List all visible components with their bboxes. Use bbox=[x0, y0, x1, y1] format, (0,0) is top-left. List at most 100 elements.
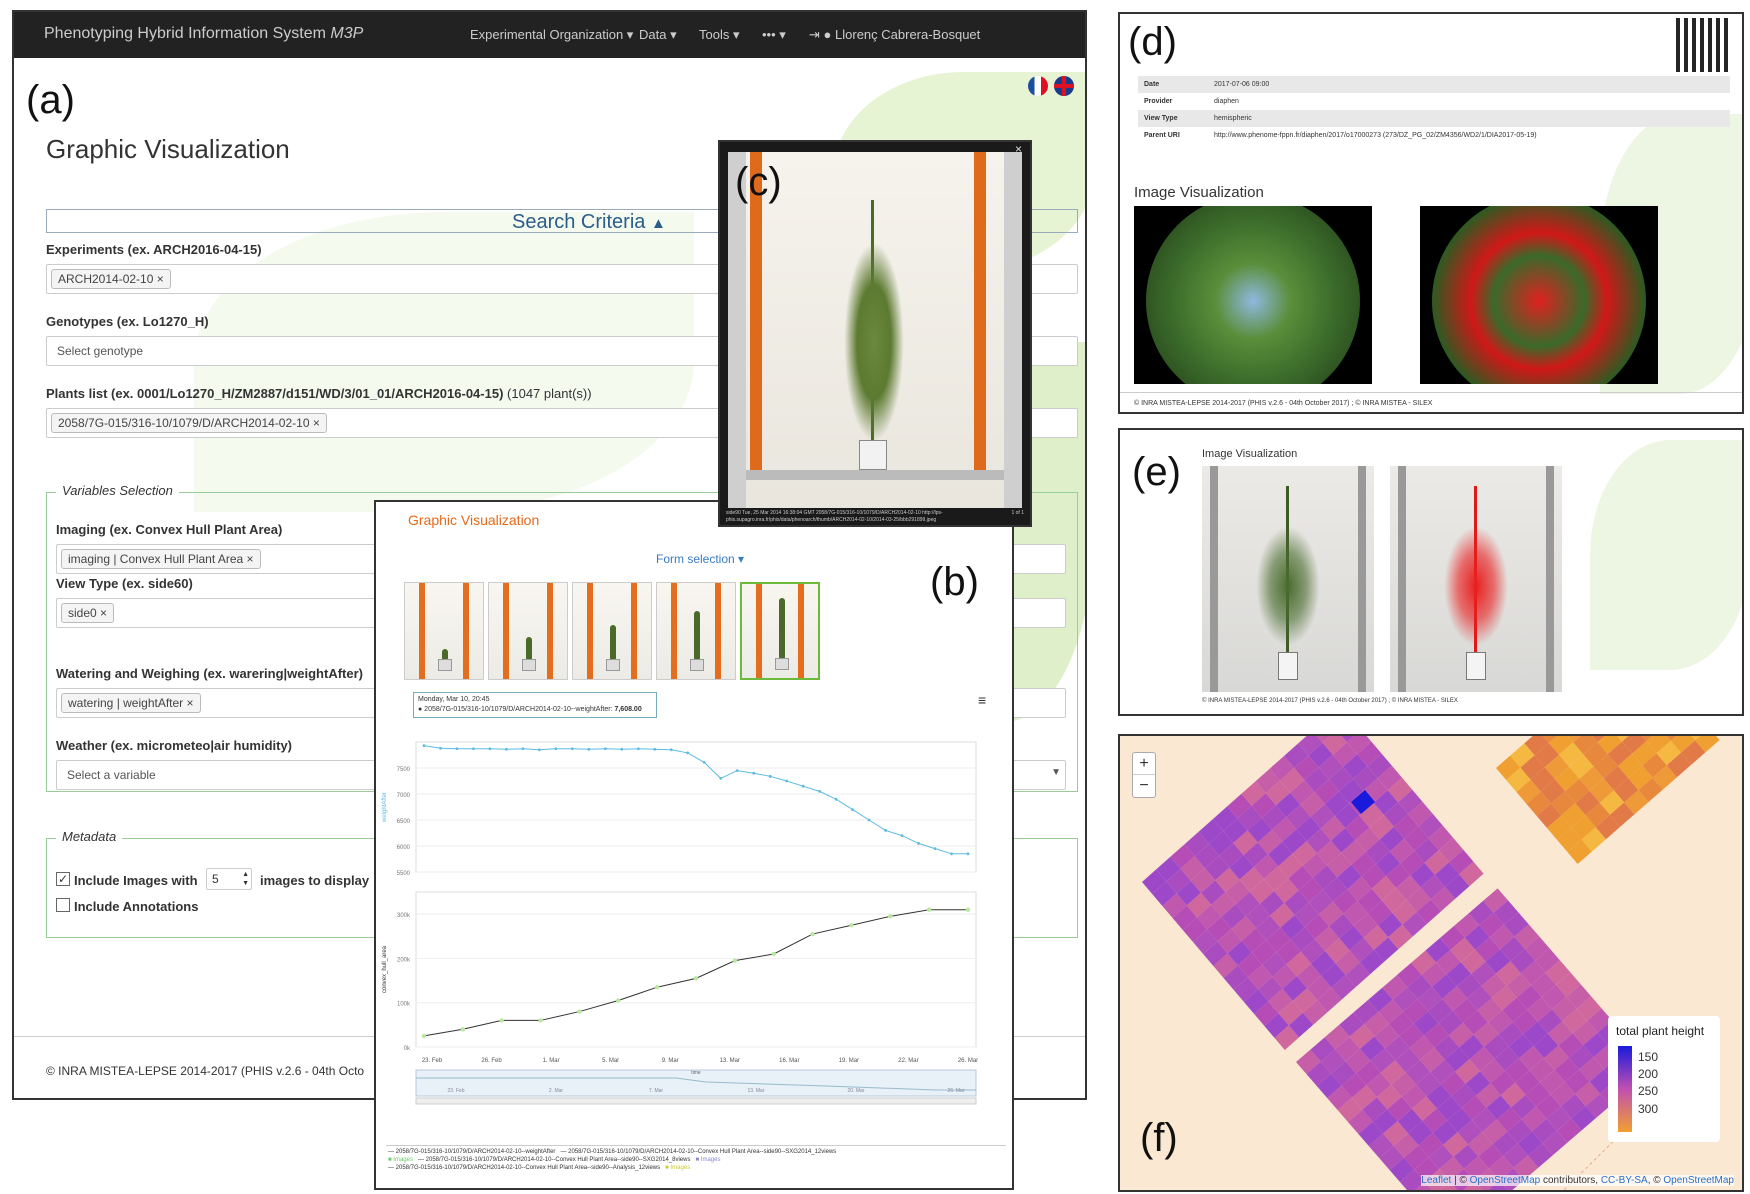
plant-thumbnail-selected[interactable] bbox=[740, 582, 820, 680]
image-visualization-title: Image Visualization bbox=[1202, 448, 1298, 460]
stepper-arrows-icon[interactable]: ▲ ▼ bbox=[242, 870, 249, 888]
chart-tooltip: Monday, Mar 10, 20:45 ● 2058/7G-015/316-… bbox=[413, 692, 657, 718]
chevron-up-icon: ▲ bbox=[650, 215, 666, 232]
chart-menu-icon[interactable]: ≡ bbox=[978, 692, 986, 708]
zoom-control: + − bbox=[1132, 752, 1156, 798]
user-menu[interactable]: ⇥ ● Llorenç Cabrera-Bosquet bbox=[809, 27, 980, 43]
convex-hull-chart: 300k 200k 100k 0k convex_hull_area bbox=[382, 891, 977, 1052]
table-row: Date 2017-07-06 09:00 bbox=[1138, 76, 1730, 93]
nav-data[interactable]: Data ▾ bbox=[639, 27, 677, 43]
include-images-checkbox[interactable]: ✓ bbox=[56, 872, 70, 886]
top-navbar: Phenotyping Hybrid Information System M3… bbox=[14, 12, 1085, 58]
images-count-stepper[interactable]: 5 ▲ ▼ bbox=[206, 868, 252, 890]
plant-thumbnail[interactable] bbox=[488, 582, 568, 680]
view-type-tag[interactable]: side0 × bbox=[61, 603, 115, 623]
imaging-tag[interactable]: imaging | Convex Hull Plant Area × bbox=[61, 549, 261, 569]
x-tick-label: 23. Feb bbox=[422, 1058, 443, 1064]
navigator-tick: 13. Mar bbox=[748, 1088, 765, 1094]
data-point bbox=[950, 852, 953, 856]
data-point bbox=[818, 790, 822, 793]
data-point bbox=[752, 771, 756, 775]
chart-legend: — 2058/7G-015/316-10/1079/D/ARCH2014-02-… bbox=[388, 1148, 998, 1172]
zoom-in-button[interactable]: + bbox=[1133, 753, 1155, 775]
nav-tools[interactable]: Tools ▾ bbox=[699, 27, 740, 43]
panel-d-image-metadata: Date 2017-07-06 09:00 Provider diaphen Vie… bbox=[1118, 12, 1744, 414]
legend-item[interactable]: ■ Images bbox=[695, 1157, 720, 1163]
legend-tick: 300 bbox=[1638, 1102, 1659, 1116]
weight-chart: 7500 7000 6500 6000 5500 weightAfter bbox=[382, 741, 977, 877]
panel-letter-c: (c) bbox=[735, 160, 782, 204]
english-flag-icon[interactable] bbox=[1054, 76, 1074, 96]
legend-item[interactable]: — 2058/7G-015/316-10/1079/D/ARCH2014-02-… bbox=[388, 1149, 555, 1155]
osm-link-2[interactable]: OpenStreetMap bbox=[1663, 1175, 1734, 1186]
legend-item[interactable]: ■ Images bbox=[665, 1165, 690, 1171]
data-point bbox=[801, 784, 805, 788]
nav-experimental-organization[interactable]: Experimental Organization ▾ bbox=[470, 27, 633, 43]
data-point bbox=[472, 747, 475, 751]
data-point bbox=[810, 931, 815, 937]
x-tick-label: 22. Mar bbox=[898, 1058, 918, 1064]
french-flag-icon[interactable] bbox=[1028, 76, 1048, 96]
navigator-tick: 20. Mar bbox=[848, 1088, 865, 1094]
data-point bbox=[620, 747, 624, 751]
data-point bbox=[505, 747, 508, 751]
data-point bbox=[867, 818, 871, 822]
x-tick-label: 26. Mar bbox=[958, 1058, 978, 1064]
plant-thumbnail[interactable] bbox=[404, 582, 484, 680]
y-tick-label: 0k bbox=[404, 1046, 411, 1052]
image-page-count: 1 of 1 bbox=[1011, 510, 1024, 516]
graphic-visualization-title: Graphic Visualization bbox=[408, 512, 540, 528]
data-point bbox=[488, 747, 492, 751]
osm-link[interactable]: OpenStreetMap bbox=[1470, 1175, 1541, 1186]
leaflet-link[interactable]: Leaflet bbox=[1421, 1175, 1451, 1186]
data-point bbox=[577, 1009, 582, 1014]
data-point bbox=[693, 976, 699, 981]
include-annotations-checkbox[interactable] bbox=[56, 898, 70, 912]
data-point bbox=[732, 958, 738, 963]
zoom-out-button[interactable]: − bbox=[1133, 775, 1155, 797]
legend-title: total plant height bbox=[1616, 1024, 1705, 1038]
x-tick-label: 26. Feb bbox=[481, 1058, 502, 1064]
legend-item[interactable]: — 2058/7G-015/316-10/1079/D/ARCH2014-02-… bbox=[388, 1165, 660, 1171]
data-point bbox=[455, 747, 459, 751]
data-point bbox=[669, 748, 673, 752]
panel-letter-a: (a) bbox=[26, 78, 75, 122]
plant-tag[interactable]: 2058/7G-015/316-10/1079/D/ARCH2014-02-10… bbox=[51, 413, 327, 433]
legend-item[interactable]: — 2058/7G-015/316-10/1079/D/ARCH2014-02-… bbox=[560, 1149, 836, 1155]
legend-item[interactable]: — 2058/7G-015/316-10/1079/D/ARCH2014-02-… bbox=[418, 1157, 690, 1163]
panel-e-image-visualization: Image Visualization © INRA MISTEA-LEPSE … bbox=[1118, 428, 1744, 716]
form-selection-toggle[interactable]: Form selection ▾ bbox=[656, 552, 744, 566]
plot-area bbox=[415, 741, 977, 873]
hemispheric-image[interactable] bbox=[1134, 206, 1372, 384]
footer: © INRA MISTEA-LEPSE 2014-2017 (PHIS v.2.… bbox=[1202, 698, 1458, 704]
plant-thumbnail[interactable] bbox=[656, 582, 736, 680]
close-icon[interactable]: × bbox=[1015, 142, 1022, 156]
x-tick-label: 16. Mar bbox=[779, 1058, 799, 1064]
cc-by-sa-link[interactable]: CC-BY-SA bbox=[1601, 1175, 1648, 1186]
genotypes-label: Genotypes (ex. Lo1270_H) bbox=[46, 314, 209, 329]
watering-tag[interactable]: watering | weightAfter × bbox=[61, 693, 201, 713]
nav-more[interactable]: ••• ▾ bbox=[762, 27, 786, 43]
data-point bbox=[460, 1027, 466, 1032]
table-row: Provider diaphen bbox=[1144, 98, 1239, 105]
data-point bbox=[686, 751, 690, 755]
x-tick-label: 13. Mar bbox=[720, 1058, 740, 1064]
plant-segmented-image[interactable] bbox=[1390, 466, 1562, 692]
brand[interactable]: Phenotyping Hybrid Information System M3… bbox=[44, 25, 363, 43]
y-tick-label: 5500 bbox=[397, 871, 411, 877]
plant-rgb-image[interactable] bbox=[1202, 466, 1374, 692]
leaf-decoration bbox=[1590, 440, 1742, 670]
experiment-tag[interactable]: ARCH2014-02-10 × bbox=[51, 269, 171, 289]
data-point bbox=[521, 747, 525, 751]
data-point bbox=[966, 852, 970, 856]
data-point bbox=[570, 747, 574, 751]
hemispheric-segmented-image[interactable] bbox=[1420, 206, 1658, 384]
data-point bbox=[771, 951, 776, 957]
y-tick-label: 7000 bbox=[397, 793, 411, 799]
data-point bbox=[884, 829, 887, 832]
plant-thumbnail[interactable] bbox=[572, 582, 652, 680]
legend-item[interactable]: ■ Images bbox=[388, 1157, 413, 1163]
qr-code-icon[interactable] bbox=[1676, 18, 1730, 72]
y-tick-label: 7500 bbox=[397, 767, 411, 773]
logout-icon: ⇥ bbox=[809, 27, 820, 42]
